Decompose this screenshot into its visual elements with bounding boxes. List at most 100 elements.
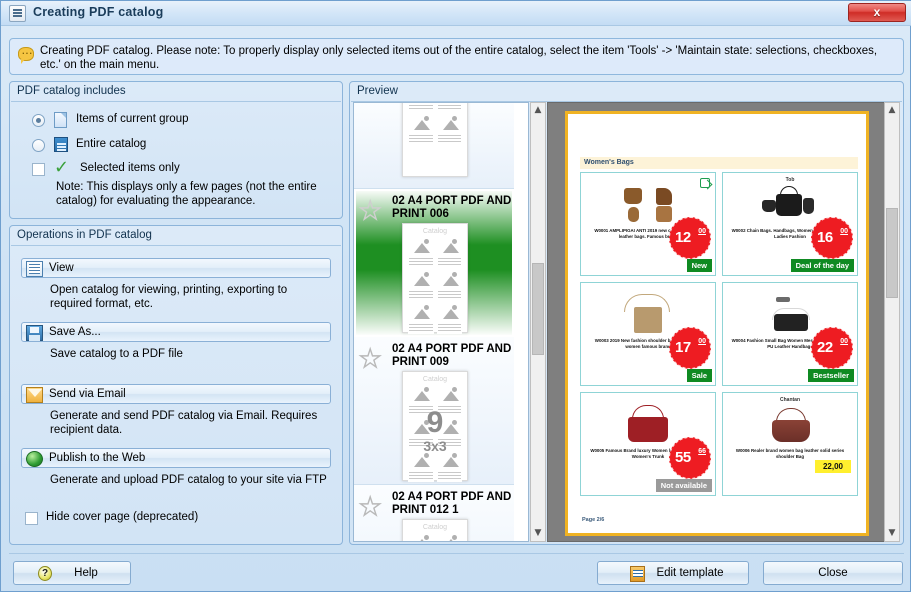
product-card: W0004 Fashion Small Bag Women Messenger …	[722, 282, 858, 386]
star-icon[interactable]: ★	[358, 345, 382, 371]
scroll-up-icon[interactable]: ▲	[531, 103, 545, 118]
product-image	[758, 404, 822, 444]
mini-cell	[436, 534, 462, 541]
price-major: 16	[817, 229, 833, 246]
price-minor: 00	[840, 228, 848, 235]
group-title-includes: PDF catalog includes	[17, 85, 126, 97]
price-minor: 66	[698, 448, 706, 455]
product-brand: Chantan	[780, 397, 800, 403]
price-box: 22,00	[814, 460, 851, 473]
group-title-operations: Operations in PDF catalog	[17, 229, 152, 241]
product-card: W0001 AMPLIPIGAI ANTI 2019 new casual wo…	[580, 172, 716, 276]
mini-grid	[408, 534, 462, 541]
star-icon[interactable]: ★	[358, 493, 382, 519]
catalog-page: Women's Bags W0001 AMPLIPIGAI ANTI 2019 …	[565, 111, 869, 536]
document-icon	[54, 112, 67, 128]
share-icon[interactable]	[700, 178, 710, 188]
help-button-label: Help	[74, 567, 98, 579]
list-item[interactable]: ★ 02 A4 PORT PDF AND PRINT 009 Catalog 9…	[354, 337, 514, 485]
divider	[9, 553, 904, 554]
edit-template-button-label: Edit template	[656, 567, 724, 579]
catalog-icon	[54, 137, 68, 152]
template-caption: Catalog	[422, 228, 448, 235]
operations-group: Operations in PDF catalog View Open cata…	[9, 225, 343, 545]
help-button[interactable]: ? Help	[13, 561, 131, 585]
product-image	[616, 404, 680, 444]
price-minor: 00	[698, 228, 706, 235]
radio-items-current-group[interactable]	[32, 114, 45, 127]
view-button[interactable]: View	[21, 258, 331, 278]
view-button-label: View	[49, 262, 74, 274]
green-check-icon: ✓	[54, 157, 70, 178]
price-minor: 00	[698, 338, 706, 345]
notice-text: Creating PDF catalog. Please note: To pr…	[40, 45, 878, 71]
template-grid-layout: 3x3	[423, 438, 447, 454]
mini-cell	[408, 238, 434, 268]
preview-group: Preview ★ 02 A4 PORT PDF AND PRINT 006 C…	[349, 81, 904, 545]
send-via-email-button-label: Send via Email	[49, 388, 126, 400]
price-minor: 00	[840, 338, 848, 345]
template-caption: Catalog	[422, 524, 448, 531]
send-via-email-button[interactable]: Send via Email	[21, 384, 331, 404]
radio-entire-catalog[interactable]	[32, 139, 45, 152]
template-page-preview	[402, 103, 468, 177]
publish-to-web-button[interactable]: Publish to the Web	[21, 448, 331, 468]
product-card: W0003 2019 New fashion shoulder bags. ha…	[580, 282, 716, 386]
close-window-button[interactable]: x	[848, 3, 906, 22]
save-as-button[interactable]: Save As...	[21, 322, 331, 342]
list-item-selected[interactable]: ★ 02 A4 PORT PDF AND PRINT 006 Catalog	[354, 189, 514, 337]
product-image	[616, 184, 680, 224]
checkbox-selected-items-only[interactable]	[32, 163, 45, 176]
page-preview-area[interactable]: Women's Bags W0001 AMPLIPIGAI ANTI 2019 …	[547, 102, 885, 542]
mini-grid	[408, 103, 462, 171]
label-hide-cover-page: Hide cover page (deprecated)	[46, 511, 199, 523]
template-thumbnail-list[interactable]: ★ 02 A4 PORT PDF AND PRINT 006 Catalog ★	[353, 102, 529, 542]
pdf-catalog-includes-group: PDF catalog includes Items of current gr…	[9, 81, 343, 219]
label-entire-catalog: Entire catalog	[76, 138, 147, 150]
label-selected-items-only: Selected items only	[80, 162, 180, 174]
publish-to-web-button-label: Publish to the Web	[49, 452, 146, 464]
product-image	[758, 184, 822, 224]
scrollbar-thumb[interactable]	[886, 208, 898, 298]
close-button[interactable]: Close	[763, 561, 903, 585]
title-bar: Creating PDF catalog x	[1, 1, 911, 26]
list-item[interactable]	[354, 103, 514, 189]
template-grid-count: 9	[426, 406, 444, 439]
send-via-email-description: Generate and send PDF catalog via Email.…	[50, 410, 318, 436]
template-page-preview: Catalog 9 3x3	[402, 371, 468, 482]
list-item[interactable]: ★ 02 A4 PORT PDF AND PRINT 012 1 Catalog…	[354, 485, 514, 541]
window-title: Creating PDF catalog	[33, 5, 164, 19]
dialog-window: Creating PDF catalog x ··· Creating PDF …	[0, 0, 911, 592]
view-icon	[26, 261, 43, 277]
section-header: Women's Bags	[580, 157, 858, 169]
status-badge: Deal of the day	[790, 259, 854, 272]
mini-cell	[408, 103, 434, 112]
price-badge: 16 00	[811, 217, 853, 259]
includes-note: Note: This displays only a few pages (no…	[56, 181, 317, 207]
mini-cell	[436, 452, 462, 482]
price-major: 55	[675, 449, 691, 466]
product-card: Chantan W0006 Realer brand women bag lea…	[722, 392, 858, 496]
template-caption: Catalog	[422, 376, 448, 383]
page-footer: Page 2/6	[582, 517, 605, 523]
system-menu-icon[interactable]	[9, 5, 26, 22]
mini-cell	[436, 304, 462, 334]
view-description: Open catalog for viewing, printing, expo…	[50, 284, 288, 310]
label-items-current-group: Items of current group	[76, 113, 189, 125]
thumbnail-list-scrollbar[interactable]: ▲ ▼	[530, 102, 546, 542]
status-badge: Bestseller	[808, 369, 854, 382]
product-image	[758, 294, 822, 334]
price-major: 22	[817, 339, 833, 356]
checkbox-hide-cover-page[interactable]	[25, 512, 38, 525]
scroll-down-icon[interactable]: ▼	[531, 526, 545, 541]
edit-template-button[interactable]: Edit template	[597, 561, 749, 585]
status-badge: Not available	[655, 479, 712, 492]
scrollbar-thumb[interactable]	[532, 263, 544, 355]
product-grid: W0001 AMPLIPIGAI ANTI 2019 new casual wo…	[580, 172, 858, 496]
page-preview-scrollbar[interactable]: ▲ ▼	[884, 102, 900, 542]
star-icon[interactable]: ★	[358, 197, 382, 223]
scroll-up-icon[interactable]: ▲	[885, 103, 899, 118]
scroll-down-icon[interactable]: ▼	[885, 526, 899, 541]
status-badge: Sale	[686, 369, 712, 382]
product-card: Tob W0002 Chain Bags. Handbags, Women Fa…	[722, 172, 858, 276]
